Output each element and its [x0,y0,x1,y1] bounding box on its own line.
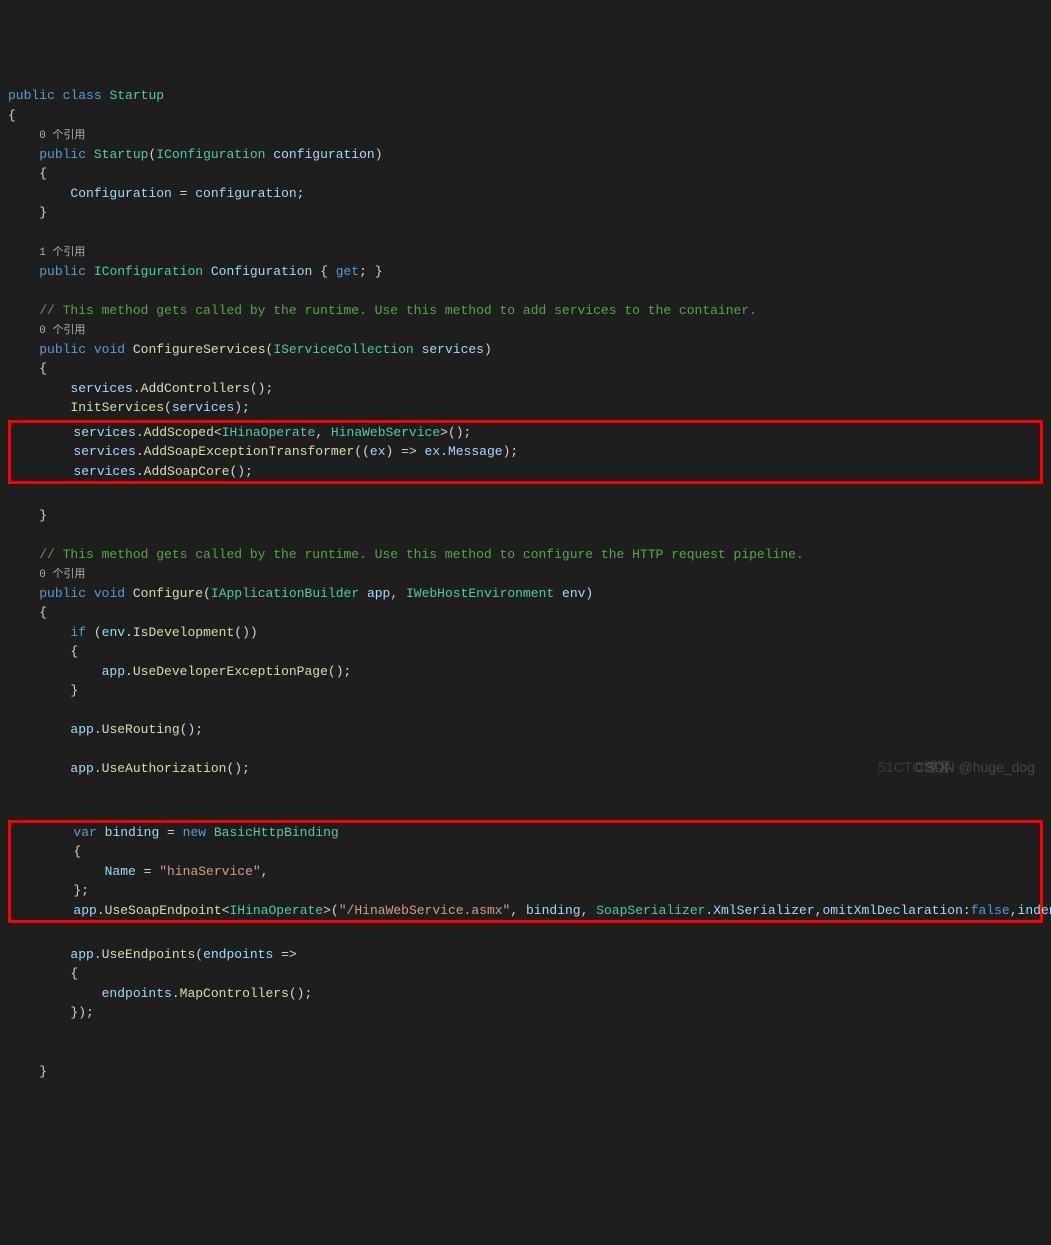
code-line: }; [11,881,1040,901]
code-line: endpoints.MapControllers(); [8,984,1043,1004]
code-line: Name = "hinaService", [11,862,1040,882]
code-editor[interactable]: public class Startup{ 0 个引用 public Start… [8,86,1043,1081]
code-line: // This method gets called by the runtim… [8,301,1043,321]
code-line: if (env.IsDevelopment()) [8,623,1043,643]
code-line: { [8,603,1043,623]
code-line: services.AddControllers(); [8,379,1043,399]
code-line: InitServices(services); [8,398,1043,418]
highlight-box-2: var binding = new BasicHttpBinding { Nam… [8,820,1043,924]
code-line: } [8,1062,1043,1082]
highlight-box-1: services.AddScoped<IHinaOperate, HinaWeb… [8,420,1043,485]
code-line: { [8,359,1043,379]
code-line [8,486,1043,506]
code-line [8,925,1043,945]
code-line: { [11,842,1040,862]
code-line: } [8,506,1043,526]
code-line: 0 个引用 [8,564,1043,584]
code-line: app.UseSoapEndpoint<IHinaOperate>("/Hina… [11,901,1040,921]
code-line: public void ConfigureServices(IServiceCo… [8,340,1043,360]
code-line: public IConfiguration Configuration { ge… [8,262,1043,282]
code-line: 1 个引用 [8,242,1043,262]
code-line: app.UseRouting(); [8,720,1043,740]
code-line [8,798,1043,818]
code-line: public class Startup [8,86,1043,106]
code-line: services.AddSoapExceptionTransformer((ex… [11,442,1040,462]
code-line: services.AddScoped<IHinaOperate, HinaWeb… [11,423,1040,443]
code-line [8,281,1043,301]
code-line: { [8,164,1043,184]
code-line: app.UseDeveloperExceptionPage(); [8,662,1043,682]
code-line [8,525,1043,545]
code-line [8,1042,1043,1062]
code-line: }); [8,1003,1043,1023]
code-line: { [8,964,1043,984]
code-line: services.AddSoapCore(); [11,462,1040,482]
code-line: } [8,681,1043,701]
code-line: public Startup(IConfiguration configurat… [8,145,1043,165]
code-line: // This method gets called by the runtim… [8,545,1043,565]
code-line: { [8,642,1043,662]
code-line [8,223,1043,243]
code-line: var binding = new BasicHttpBinding [11,823,1040,843]
code-line: app.UseEndpoints(endpoints => [8,945,1043,965]
code-line [8,1023,1043,1043]
code-line [8,779,1043,799]
code-line: public void Configure(IApplicationBuilde… [8,584,1043,604]
code-line: 0 个引用 [8,125,1043,145]
code-line: { [8,106,1043,126]
code-line: 0 个引用 [8,320,1043,340]
code-line [8,701,1043,721]
watermark: CSDN @huge_dog [915,757,1035,778]
code-line: Configuration = configuration; [8,184,1043,204]
code-line: } [8,203,1043,223]
